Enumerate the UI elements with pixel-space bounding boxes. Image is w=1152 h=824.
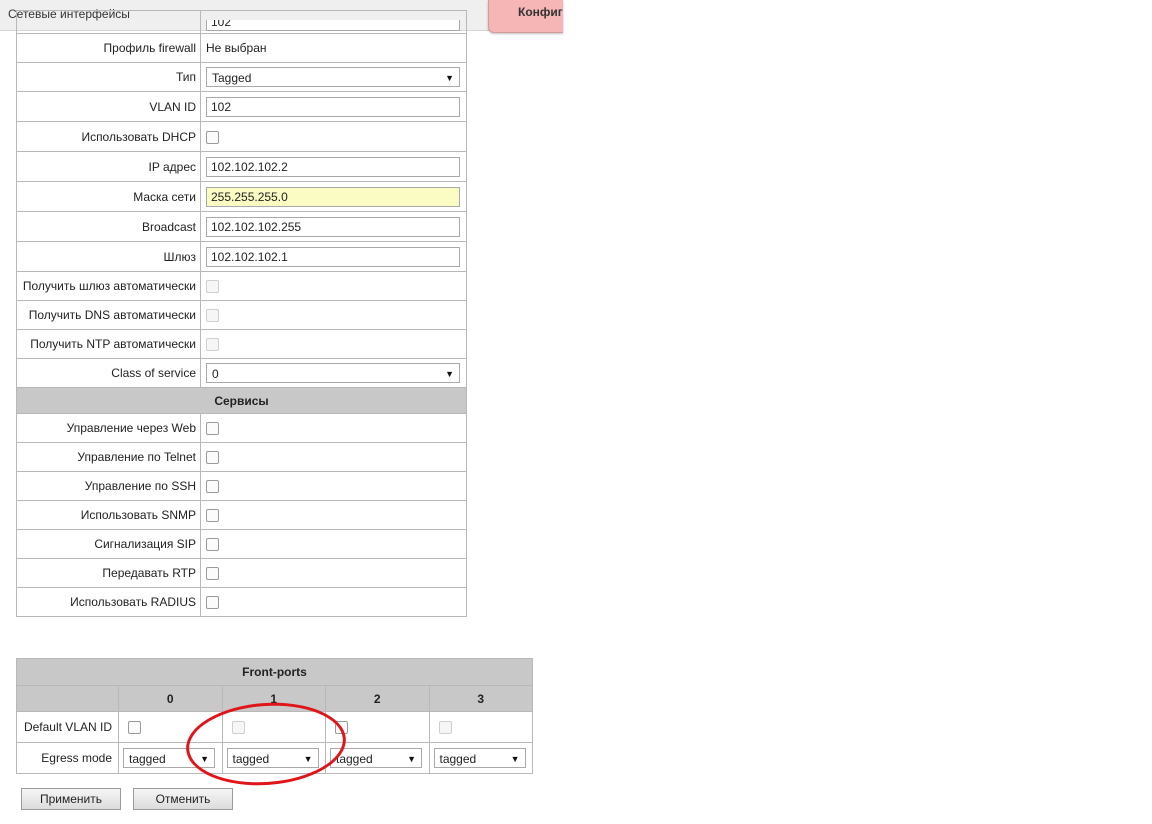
chevron-down-icon: ▼ [303, 754, 313, 764]
services-header: Сервисы [16, 387, 467, 414]
service-row: Управление через Web [16, 413, 467, 443]
config-tab-label: Конфиг [518, 5, 563, 19]
service-checkbox-ssh[interactable] [206, 480, 219, 494]
use-dhcp-checkbox[interactable] [206, 130, 219, 144]
gateway-label: Шлюз [16, 241, 201, 272]
partial-row: 102 [16, 10, 467, 34]
ip-row: IP адрес 102.102.102.2 [16, 151, 467, 182]
auto-gateway-label: Получить шлюз автоматически [16, 271, 201, 301]
broadcast-input[interactable]: 102.102.102.255 [206, 216, 460, 237]
default-vlan-row: Default VLAN ID [16, 711, 533, 743]
chevron-down-icon: ▼ [445, 73, 454, 83]
type-select[interactable]: Tagged ▼ [206, 67, 460, 87]
port-column-header: 3 [428, 685, 533, 712]
config-tab[interactable]: Конфиг [488, 0, 563, 33]
service-label-web: Управление через Web [16, 413, 201, 443]
service-checkbox-radius[interactable] [206, 596, 219, 610]
ip-label: IP адрес [16, 151, 201, 182]
auto-ntp-label: Получить NTP автоматически [16, 329, 201, 359]
mask-input[interactable]: 255.255.255.0 [206, 186, 460, 207]
vlan-id-label: VLAN ID [16, 91, 201, 122]
service-row: Использовать RADIUS [16, 587, 467, 617]
chevron-down-icon: ▼ [407, 754, 416, 764]
egress-select-value: tagged [129, 752, 166, 766]
egress-select-value: tagged [439, 752, 477, 766]
services-header-row: Сервисы [16, 387, 467, 414]
front-ports-header-row: Front-ports [16, 658, 533, 686]
service-label-ssh: Управление по SSH [16, 471, 201, 501]
port-columns-row: 0 1 2 3 [16, 685, 533, 712]
auto-ntp-checkbox[interactable] [206, 338, 219, 352]
cancel-button[interactable]: Отменить [133, 788, 233, 810]
default-vlan-checkbox-port-2[interactable] [335, 721, 348, 735]
egress-select-port-0[interactable]: tagged ▼ [123, 748, 215, 768]
chevron-down-icon: ▼ [445, 369, 454, 379]
service-row: Передавать RTP [16, 558, 467, 588]
service-label-telnet: Управление по Telnet [16, 442, 201, 472]
ip-input[interactable]: 102.102.102.2 [206, 156, 460, 177]
mask-row: Маска сети 255.255.255.0 [16, 181, 467, 212]
interface-settings-table: 102 Профиль firewall Не выбран Тип Tagge… [16, 10, 467, 617]
cos-select[interactable]: 0 ▼ [206, 363, 460, 383]
service-checkbox-snmp[interactable] [206, 509, 219, 523]
service-label-rtp: Передавать RTP [16, 558, 201, 588]
type-select-value: Tagged [212, 71, 252, 85]
egress-select-port-1[interactable]: tagged ▼ [226, 748, 319, 768]
service-label-snmp: Использовать SNMP [16, 500, 201, 530]
dhcp-row: Использовать DHCP [16, 121, 467, 152]
cos-row: Class of service 0 ▼ [16, 358, 467, 388]
egress-mode-row: Egress mode tagged ▼ tagged ▼ tagged ▼ t… [16, 742, 533, 774]
chevron-down-icon: ▼ [200, 754, 209, 764]
service-row: Управление по Telnet [16, 442, 467, 472]
service-label-radius: Использовать RADIUS [16, 587, 201, 617]
default-vlan-checkbox-port-1[interactable] [231, 721, 245, 735]
vlan-id-input[interactable]: 102 [206, 96, 460, 117]
gateway-input[interactable]: 102.102.102.1 [206, 246, 460, 267]
use-dhcp-label: Использовать DHCP [16, 121, 201, 152]
auto-ntp-row: Получить NTP автоматически [16, 329, 467, 359]
chevron-down-icon: ▼ [510, 754, 520, 764]
broadcast-label: Broadcast [16, 211, 201, 242]
service-row: Управление по SSH [16, 471, 467, 501]
service-checkbox-telnet[interactable] [206, 451, 219, 465]
mask-label: Маска сети [16, 181, 201, 212]
port-column-header: 2 [325, 685, 430, 712]
vlan-id-row: VLAN ID 102 [16, 91, 467, 122]
auto-dns-row: Получить DNS автоматически [16, 300, 467, 330]
broadcast-row: Broadcast 102.102.102.255 [16, 211, 467, 242]
cos-select-value: 0 [212, 367, 219, 381]
auto-gateway-row: Получить шлюз автоматически [16, 271, 467, 301]
egress-mode-label: Egress mode [16, 742, 119, 774]
port-column-header: 1 [221, 685, 326, 712]
front-ports-header: Front-ports [16, 658, 533, 686]
service-checkbox-web[interactable] [206, 422, 219, 436]
service-row: Сигнализация SIP [16, 529, 467, 559]
port-column-header: 0 [118, 685, 223, 712]
auto-dns-checkbox[interactable] [206, 309, 219, 323]
firewall-row: Профиль firewall Не выбран [16, 33, 467, 63]
apply-button[interactable]: Применить [21, 788, 121, 810]
type-label: Тип [16, 62, 201, 92]
egress-select-value: tagged [232, 752, 270, 766]
cos-label: Class of service [16, 358, 201, 388]
service-checkbox-rtp[interactable] [206, 567, 219, 581]
default-vlan-label: Default VLAN ID [16, 711, 119, 743]
egress-select-port-2[interactable]: tagged ▼ [330, 748, 422, 768]
firewall-profile-value: Не выбран [200, 33, 467, 63]
auto-gateway-checkbox[interactable] [206, 280, 219, 294]
type-row: Тип Tagged ▼ [16, 62, 467, 92]
service-label-sip: Сигнализация SIP [16, 529, 201, 559]
default-vlan-checkbox-port-0[interactable] [128, 721, 141, 735]
gateway-row: Шлюз 102.102.102.1 [16, 241, 467, 272]
front-ports-table: Front-ports 0 1 2 3 Default VLAN ID Egre… [16, 658, 533, 774]
default-vlan-checkbox-port-3[interactable] [438, 721, 452, 735]
auto-dns-label: Получить DNS автоматически [16, 300, 201, 330]
partial-field[interactable]: 102 [206, 20, 460, 31]
egress-select-value: tagged [336, 752, 373, 766]
firewall-profile-label: Профиль firewall [16, 33, 201, 63]
egress-select-port-3[interactable]: tagged ▼ [433, 748, 526, 768]
service-row: Использовать SNMP [16, 500, 467, 530]
service-checkbox-sip[interactable] [206, 538, 219, 552]
